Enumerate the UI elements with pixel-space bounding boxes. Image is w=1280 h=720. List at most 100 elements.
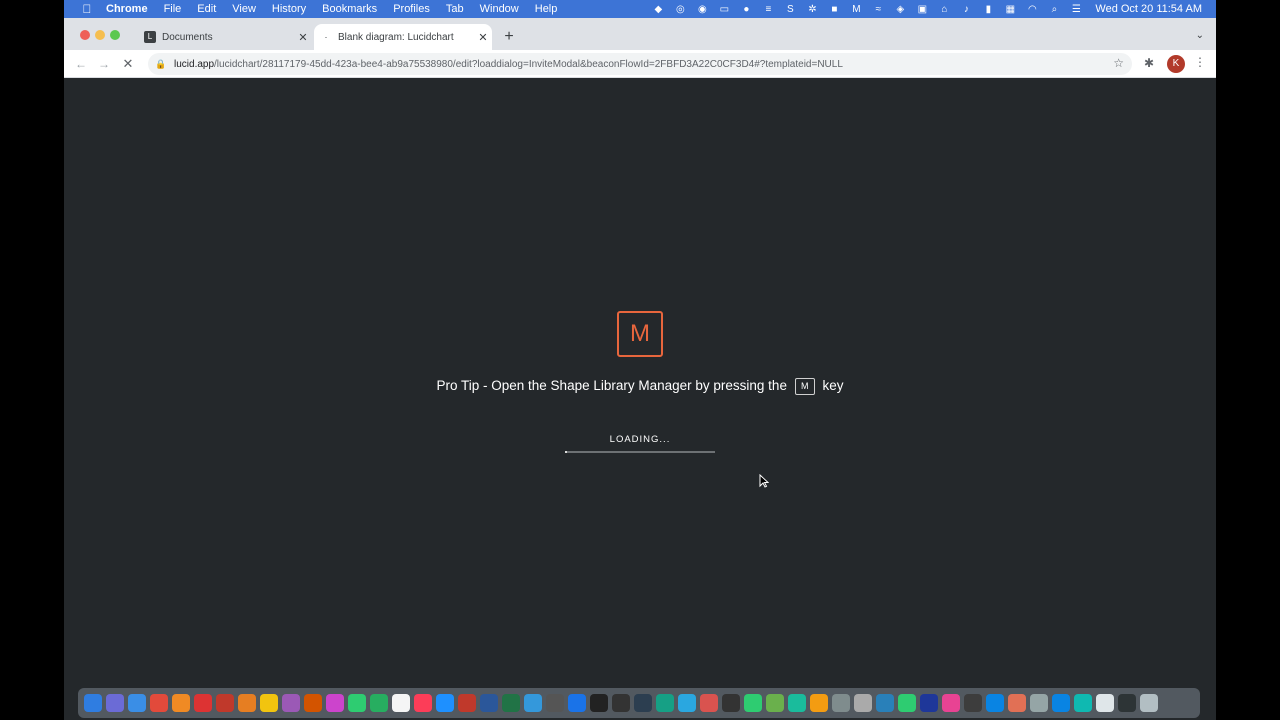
skype-icon[interactable]: S	[779, 4, 801, 15]
tab-search-chevron-icon[interactable]: ⌄	[1196, 30, 1204, 41]
dock-app-icon[interactable]	[876, 694, 894, 712]
stop-loading-button[interactable]: ✕	[119, 55, 137, 73]
new-tab-button[interactable]: +	[500, 28, 518, 46]
dock-app-icon[interactable]	[304, 694, 322, 712]
box-icon[interactable]: ▭	[713, 4, 735, 15]
dock-app-icon[interactable]	[436, 694, 454, 712]
keyboard-icon[interactable]: ▦	[999, 4, 1021, 15]
dock-app-icon[interactable]	[612, 694, 630, 712]
search-icon[interactable]: ⌕	[1043, 4, 1065, 15]
dock-app-icon[interactable]	[788, 694, 806, 712]
dock-app-icon[interactable]	[656, 694, 674, 712]
menu-tab[interactable]: Tab	[438, 3, 472, 15]
dock-app-icon[interactable]	[898, 694, 916, 712]
tab-documents[interactable]: L Documents ✕	[138, 24, 312, 50]
dock-app-icon[interactable]	[920, 694, 938, 712]
menu-bar-clock[interactable]: Wed Oct 20 11:54 AM	[1087, 3, 1216, 15]
dock-app-icon[interactable]	[150, 694, 168, 712]
dock-app-icon[interactable]	[414, 694, 432, 712]
dock-app-icon[interactable]	[722, 694, 740, 712]
forward-button[interactable]: →	[95, 55, 113, 73]
dock-app-icon[interactable]	[480, 694, 498, 712]
url-text[interactable]: lucid.app/lucidchart/28117179-45dd-423a-…	[174, 59, 843, 70]
dock-app-icon[interactable]	[348, 694, 366, 712]
dock-app-icon[interactable]	[986, 694, 1004, 712]
dock-app-icon[interactable]	[458, 694, 476, 712]
dock-app-icon[interactable]	[854, 694, 872, 712]
profile-avatar[interactable]: K	[1167, 55, 1185, 73]
dock-app-icon[interactable]	[766, 694, 784, 712]
dock-app-icon[interactable]	[634, 694, 652, 712]
menu-help[interactable]: Help	[527, 3, 566, 15]
apple-menu-icon[interactable]: 	[76, 2, 98, 16]
window-zoom-button[interactable]	[110, 30, 120, 40]
bookmark-star-icon[interactable]: ☆	[1113, 56, 1124, 70]
dock-app-icon[interactable]	[238, 694, 256, 712]
extensions-puzzle-icon[interactable]: ✱	[1144, 56, 1154, 70]
color-wheel-icon[interactable]: ●	[735, 4, 757, 15]
back-button[interactable]: ←	[72, 55, 90, 73]
dock-app-icon[interactable]	[590, 694, 608, 712]
airdrop-icon[interactable]: ⌂	[933, 4, 955, 15]
dock-app-icon[interactable]	[502, 694, 520, 712]
volume-icon[interactable]: ♪	[955, 4, 977, 15]
dock-app-icon[interactable]	[194, 694, 212, 712]
status-app-icon[interactable]: ◎	[669, 4, 691, 15]
menu-file[interactable]: File	[156, 3, 190, 15]
menu-profiles[interactable]: Profiles	[385, 3, 438, 15]
dock-app-icon[interactable]	[216, 694, 234, 712]
dock-app-icon[interactable]	[546, 694, 564, 712]
recorder-icon[interactable]: ■	[823, 4, 845, 15]
tab-blank-diagram[interactable]: · Blank diagram: Lucidchart ✕	[314, 24, 492, 50]
dock-app-icon[interactable]	[260, 694, 278, 712]
dock-app-icon[interactable]	[810, 694, 828, 712]
lock-icon[interactable]: 🔒	[154, 59, 168, 70]
dock-app-icon[interactable]	[832, 694, 850, 712]
menu-window[interactable]: Window	[472, 3, 527, 15]
dock-app-icon[interactable]	[106, 694, 124, 712]
tab-close-icon[interactable]: ✕	[474, 31, 492, 44]
battery-icon[interactable]: ▮	[977, 4, 999, 15]
dock-app-icon[interactable]	[700, 694, 718, 712]
dock-app-icon[interactable]	[128, 694, 146, 712]
dock-app-icon[interactable]	[370, 694, 388, 712]
dock-app-icon[interactable]	[282, 694, 300, 712]
dock-app-icon[interactable]	[84, 694, 102, 712]
chrome-menu-icon[interactable]: ⋮	[1194, 55, 1206, 69]
menu-app-chrome[interactable]: Chrome	[98, 3, 156, 15]
status-app-icon[interactable]: ◉	[691, 4, 713, 15]
dock-app-icon[interactable]	[678, 694, 696, 712]
window-minimize-button[interactable]	[95, 30, 105, 40]
menu-history[interactable]: History	[264, 3, 314, 15]
dock-app-icon[interactable]	[964, 694, 982, 712]
window-close-button[interactable]	[80, 30, 90, 40]
malwarebytes-icon[interactable]: M	[845, 4, 867, 15]
menu-edit[interactable]: Edit	[189, 3, 224, 15]
dock-app-icon[interactable]	[1074, 694, 1092, 712]
control-center-icon[interactable]: ☰	[1065, 4, 1087, 15]
wifi-icon[interactable]: ◠	[1021, 4, 1043, 15]
gear-status-icon[interactable]: ✲	[801, 4, 823, 15]
dock-app-icon[interactable]	[1030, 694, 1048, 712]
list-icon[interactable]: ≡	[757, 4, 779, 15]
dock-app-icon[interactable]	[1096, 694, 1114, 712]
menu-bookmarks[interactable]: Bookmarks	[314, 3, 385, 15]
dock-app-icon[interactable]	[172, 694, 190, 712]
status-app-icon[interactable]: ▣	[911, 4, 933, 15]
dock-app-icon[interactable]	[524, 694, 542, 712]
dock-app-icon[interactable]	[326, 694, 344, 712]
dock-app-icon[interactable]	[1008, 694, 1026, 712]
address-bar[interactable]: 🔒 lucid.app/lucidchart/28117179-45dd-423…	[148, 53, 1132, 75]
dropbox-icon[interactable]: ◆	[647, 4, 669, 15]
dock-app-icon[interactable]	[1140, 694, 1158, 712]
waveform-icon[interactable]: ≈	[867, 4, 889, 15]
dock-app-icon[interactable]	[1118, 694, 1136, 712]
dock-app-icon[interactable]	[568, 694, 586, 712]
menu-view[interactable]: View	[224, 3, 264, 15]
dock-app-icon[interactable]	[392, 694, 410, 712]
status-app-icon[interactable]: ◈	[889, 4, 911, 15]
dock-app-icon[interactable]	[942, 694, 960, 712]
dock-app-icon[interactable]	[744, 694, 762, 712]
tab-close-icon[interactable]: ✕	[294, 31, 312, 44]
dock-app-icon[interactable]	[1052, 694, 1070, 712]
